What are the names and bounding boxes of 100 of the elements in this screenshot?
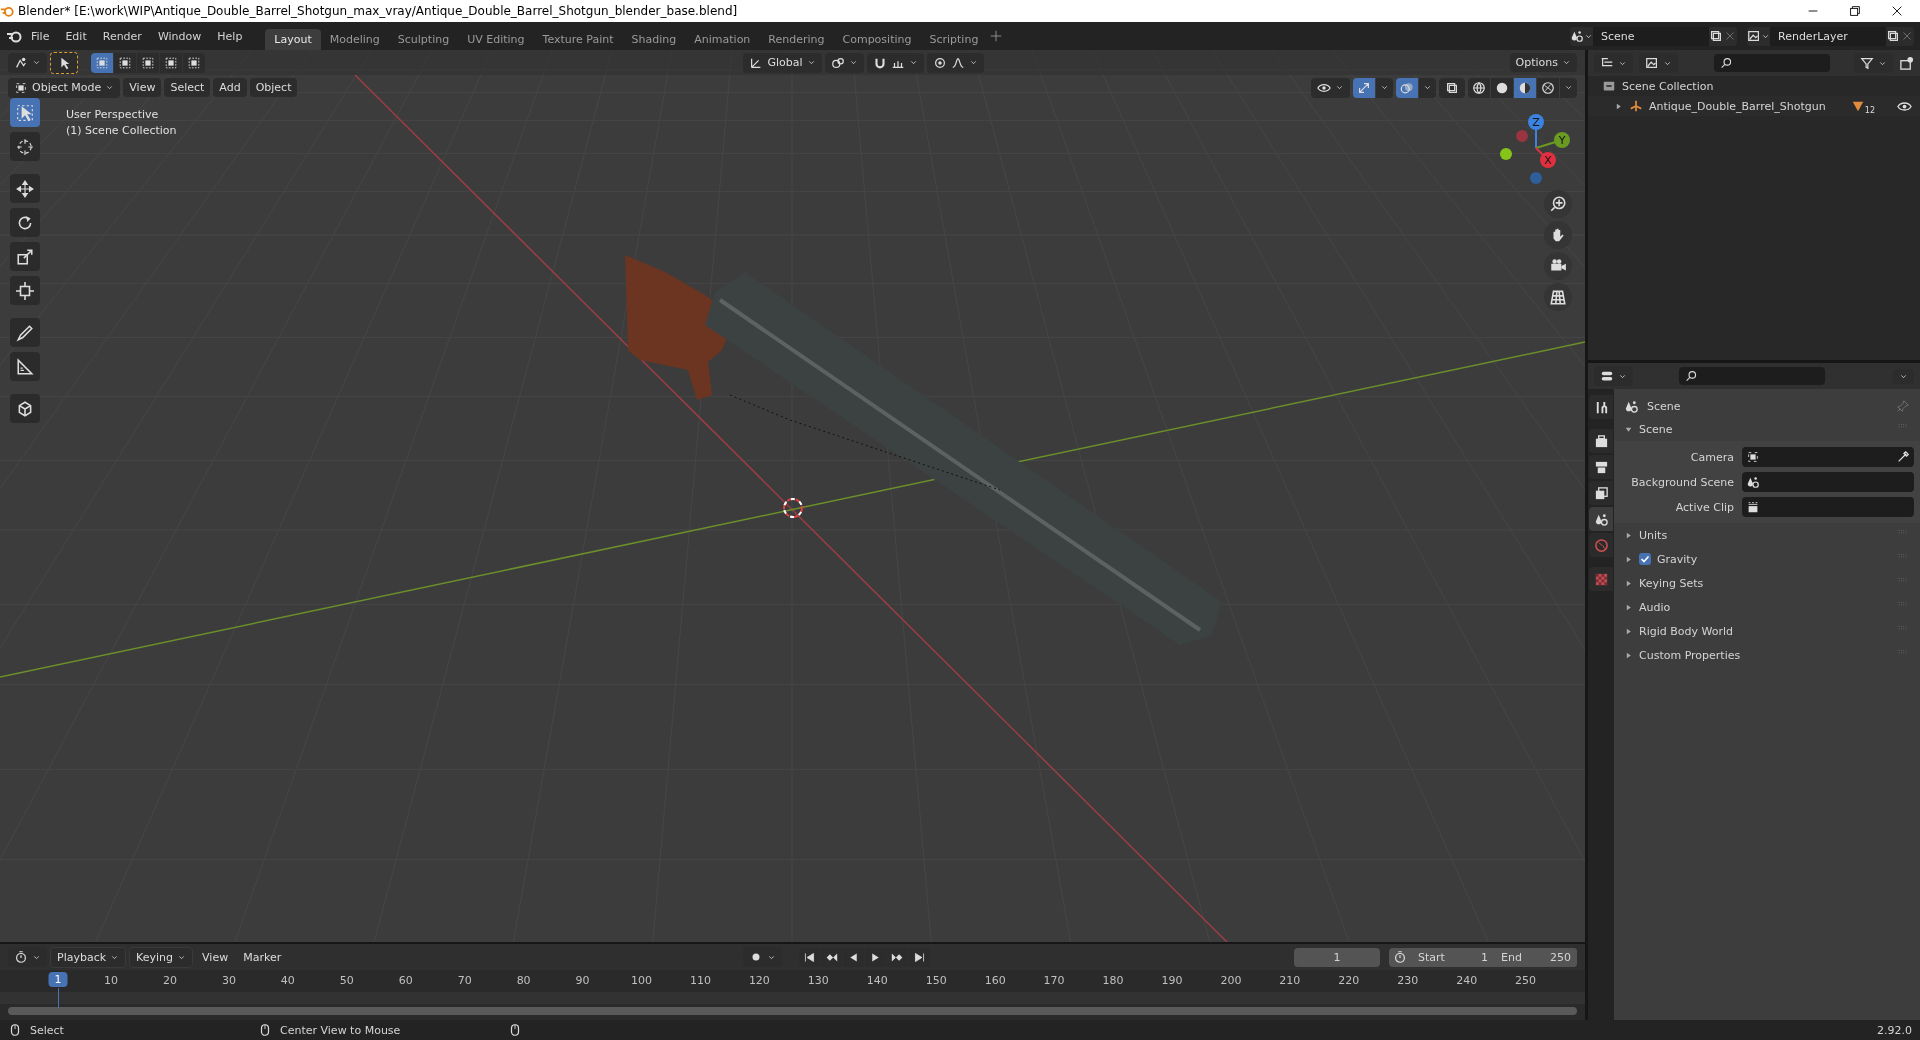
snap-dropdown[interactable]	[866, 52, 924, 73]
menu-item[interactable]: Window	[150, 26, 209, 46]
expand-arrow-icon[interactable]	[1624, 578, 1633, 588]
workspace-tab[interactable]: Texture Paint	[533, 28, 623, 50]
panel-header[interactable]: Scene	[1639, 422, 1892, 436]
selection-mode-button[interactable]	[91, 52, 113, 73]
data-field[interactable]	[1742, 497, 1914, 517]
shading-mode-button[interactable]	[1514, 77, 1536, 98]
menu-item[interactable]: View	[123, 78, 162, 97]
tool-button[interactable]	[10, 242, 40, 271]
panel-header[interactable]: Rigid Body World	[1639, 624, 1892, 638]
menu-item[interactable]: Help	[210, 26, 250, 46]
zoom-icon[interactable]	[1549, 195, 1567, 213]
negative-axis-handle[interactable]	[1530, 172, 1542, 184]
selection-mode-button[interactable]	[137, 52, 159, 73]
tool-button[interactable]	[10, 318, 40, 347]
menu-item[interactable]: Add	[213, 78, 247, 97]
workspace-tab[interactable]: Shading	[622, 28, 686, 50]
menu-item[interactable]: Marker	[237, 947, 288, 967]
workspace-tab[interactable]: Scripting	[920, 28, 988, 50]
search-field[interactable]	[1714, 54, 1830, 72]
timeline-scrollbar[interactable]	[8, 1007, 1577, 1015]
overlay-toggle[interactable]	[1396, 77, 1418, 98]
maximize-icon[interactable]	[1848, 4, 1862, 18]
menu-item[interactable]: Edit	[58, 26, 94, 46]
filter-dropdown[interactable]	[1854, 53, 1893, 73]
perspective-grid-icon[interactable]	[1549, 288, 1567, 306]
axis-handle[interactable]	[1528, 114, 1544, 130]
workspace-tab[interactable]: Compositing	[833, 28, 921, 50]
panel-header[interactable]: Gravity	[1657, 552, 1892, 566]
eyedropper-icon[interactable]	[1896, 450, 1910, 464]
tool-button[interactable]	[10, 132, 40, 161]
xray-toggle[interactable]	[1439, 77, 1465, 98]
orientation-dropdown[interactable]: Global	[743, 52, 822, 73]
expand-arrow-icon[interactable]	[1624, 530, 1633, 540]
display-mode-dropdown[interactable]	[1594, 53, 1633, 73]
selection-mode-button[interactable]	[114, 52, 136, 73]
stopwatch-icon[interactable]	[1393, 950, 1407, 964]
checkbox[interactable]	[1639, 553, 1651, 565]
selection-mode-button[interactable]	[160, 52, 182, 73]
tool-button[interactable]	[10, 208, 40, 237]
panel-header[interactable]: Custom Properties	[1639, 648, 1892, 662]
close-icon[interactable]	[1890, 4, 1904, 18]
tool-button[interactable]	[10, 276, 40, 305]
scene-selector[interactable]: Scene	[1570, 26, 1737, 46]
mode-dropdown[interactable]: Object Mode	[8, 77, 121, 98]
new-collection-icon[interactable]	[1899, 55, 1914, 71]
shading-mode-button[interactable]	[1491, 77, 1513, 98]
negative-axis-handle[interactable]	[1516, 130, 1528, 142]
data-field[interactable]	[1742, 472, 1914, 492]
selection-mode-button[interactable]	[183, 52, 205, 73]
panel-header[interactable]: Keying Sets	[1639, 576, 1892, 590]
gizmo-toggle[interactable]	[1353, 77, 1375, 98]
view-layer-selector[interactable]: RenderLayer	[1747, 26, 1914, 46]
workspace-tab[interactable]: Animation	[685, 28, 760, 50]
menu-item[interactable]: Playback	[50, 946, 127, 968]
properties-tab[interactable]	[1589, 395, 1613, 419]
current-frame-field[interactable]: 1	[1294, 947, 1380, 967]
workspace-tab[interactable]: Rendering	[759, 28, 834, 50]
menu-item[interactable]: View	[196, 947, 235, 967]
expand-arrow-icon[interactable]	[1624, 602, 1633, 612]
playhead[interactable]: 1	[48, 972, 68, 987]
negative-axis-handle[interactable]	[1500, 148, 1512, 160]
filter-dropdown[interactable]	[1639, 53, 1678, 73]
properties-tab[interactable]	[1589, 455, 1613, 479]
cursor-3d-icon[interactable]	[783, 498, 803, 518]
options-dropdown[interactable]: Options	[1509, 53, 1577, 72]
search-field[interactable]	[1679, 367, 1825, 385]
tool-button[interactable]	[10, 394, 40, 423]
properties-tab[interactable]	[1589, 507, 1613, 531]
menu-item[interactable]: File	[24, 26, 57, 46]
editor-type-button[interactable]	[1594, 366, 1633, 386]
editor-type-button[interactable]	[8, 947, 47, 967]
menu-item[interactable]: Keying	[129, 946, 194, 968]
workspace-tab[interactable]: UV Editing	[458, 28, 534, 50]
expand-arrow-icon[interactable]	[1614, 101, 1623, 111]
pivot-dropdown[interactable]	[824, 52, 864, 73]
menu-item[interactable]: Object	[249, 78, 298, 97]
outliner-item[interactable]: Antique_Double_Barrel_Shotgun	[1649, 99, 1845, 113]
tool-button[interactable]	[10, 352, 40, 381]
properties-tab[interactable]	[1589, 481, 1613, 505]
axis-handle[interactable]	[1554, 132, 1570, 148]
menu-item[interactable]: Select	[164, 78, 211, 97]
expand-arrow-icon[interactable]	[1624, 626, 1633, 636]
proportional-edit-dropdown[interactable]	[926, 52, 984, 73]
workspace-tab[interactable]: Sculpting	[388, 28, 459, 50]
axis-handle[interactable]	[1540, 152, 1556, 168]
copy-icon[interactable]	[1886, 29, 1900, 43]
shading-mode-button[interactable]	[1468, 77, 1490, 98]
visibility-dropdown[interactable]	[1311, 77, 1350, 98]
workspace-tab[interactable]: Layout	[265, 28, 321, 50]
tool-button[interactable]	[10, 174, 40, 203]
outliner-item[interactable]: Scene Collection	[1622, 79, 1714, 93]
expand-arrow-icon[interactable]	[1624, 650, 1633, 660]
copy-icon[interactable]	[1709, 29, 1723, 43]
properties-tab[interactable]	[1589, 429, 1613, 453]
data-field[interactable]	[1742, 447, 1914, 467]
editor-type-button[interactable]	[8, 52, 47, 73]
expand-arrow-icon[interactable]	[1624, 554, 1633, 564]
panel-header[interactable]: Units	[1639, 528, 1892, 542]
